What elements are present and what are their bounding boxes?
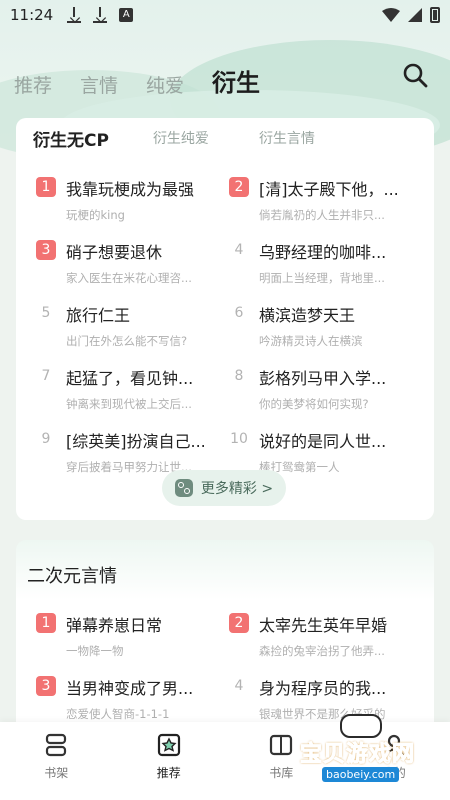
tab-romance[interactable]: 言情 — [80, 71, 118, 98]
book-title: [清]太子殿下他，... — [259, 180, 399, 199]
book-desc: 家入医生在米花心理咨... — [66, 271, 192, 285]
nav-label: 我的 — [381, 766, 406, 780]
book-item[interactable]: 1 我靠玩梗成为最强玩梗的king — [36, 168, 229, 231]
book-title: [综英美]扮演自己... — [66, 432, 206, 451]
notification-icons: A — [67, 7, 134, 23]
book-title: 说好的是同人世... — [259, 432, 387, 451]
category-tabs: 推荐 言情 纯爱 衍生 — [0, 58, 450, 98]
book-desc: 银魂世界不是那么好采的 — [259, 707, 386, 721]
nav-label: 书架 — [44, 766, 69, 780]
rank-number: 8 — [234, 368, 244, 384]
book-item[interactable]: 1 弹幕养崽日常一物降一物 — [36, 604, 229, 667]
system-icons — [382, 7, 440, 23]
book-title: 弹幕养崽日常 — [66, 616, 163, 635]
rank-number: 4 — [234, 242, 244, 258]
book-desc: 玩梗的king — [66, 208, 125, 222]
book-title: 身为程序员的我... — [259, 679, 387, 698]
discover-icon — [174, 479, 193, 497]
nav-bookshelf[interactable]: 书架 — [0, 722, 113, 800]
download-icon — [67, 7, 82, 23]
status-bar: 11:24 A — [0, 0, 450, 30]
anime-romance-card: 二次元言情 1 弹幕养崽日常一物降一物 2 太宰先生英年早婚森捡的兔宰治拐了他弄… — [16, 540, 434, 740]
book-list: 1 弹幕养崽日常一物降一物 2 太宰先生英年早婚森捡的兔宰治拐了他弄... 3 … — [16, 604, 434, 730]
nav-label: 推荐 — [156, 766, 181, 780]
book-item[interactable]: 6 横滨造梦天王吟游精灵诗人在横滨 — [229, 294, 422, 357]
book-desc: 钟离来到现代被上交后... — [66, 397, 192, 411]
book-item[interactable]: 3 硝子想要退休家入医生在米花心理咨... — [36, 231, 229, 294]
book-title: 起猛了，看见钟... — [66, 369, 194, 388]
section-title: 二次元言情 — [27, 566, 117, 587]
search-icon[interactable] — [402, 62, 428, 88]
nav-library[interactable]: 书库 — [225, 722, 338, 800]
book-item[interactable]: 8 彭格列马甲入学... 你的美梦将如何实现? — [229, 357, 422, 420]
rank-badge: 2 — [229, 177, 249, 197]
book-item[interactable]: 4 身为程序员的我... 银魂世界不是那么好采的 — [229, 667, 422, 730]
book-item[interactable]: 3 当男神变成了男... 恋爱使人智商-1-1-1 — [36, 667, 229, 730]
wifi-icon — [382, 8, 400, 22]
book-title: 横滨造梦天王 — [259, 306, 356, 325]
rank-badge: 3 — [36, 240, 56, 260]
book-desc: 恋爱使人智商-1-1-1 — [66, 707, 170, 721]
signal-icon — [408, 8, 422, 22]
book-item[interactable]: 2 太宰先生英年早婚森捡的兔宰治拐了他弄... — [229, 604, 422, 667]
rank-number: 5 — [41, 305, 51, 321]
tab-derivative[interactable]: 衍生 — [212, 63, 260, 98]
library-icon — [270, 734, 293, 756]
nav-label: 书库 — [269, 766, 294, 780]
a-icon: A — [119, 8, 134, 22]
book-item[interactable]: 7 起猛了，看见钟... 钟离来到现代被上交后... — [36, 357, 229, 420]
nav-profile[interactable]: 我的 — [338, 722, 450, 800]
book-desc: 明面上当经理，背地里... — [259, 271, 385, 285]
rank-badge: 1 — [36, 613, 56, 633]
subtab-romance[interactable]: 衍生言情 — [259, 128, 315, 148]
book-title: 旅行仁王 — [66, 306, 131, 325]
book-desc: 一物降一物 — [66, 644, 124, 658]
recommend-icon — [157, 733, 180, 757]
sub-tabs: 衍生无CP 衍生纯爱 衍生言情 — [16, 118, 434, 154]
book-list: 1 我靠玩梗成为最强玩梗的king 2 [清]太子殿下他，... 倘若胤礽的人生并… — [16, 168, 434, 483]
more-label: 更多精彩 > — [200, 481, 274, 497]
profile-icon — [383, 734, 404, 756]
rank-badge: 2 — [229, 613, 249, 633]
book-title: 彭格列马甲入学... — [259, 369, 387, 388]
book-title: 我靠玩梗成为最强 — [66, 180, 195, 199]
tab-bl[interactable]: 纯爱 — [146, 71, 184, 98]
rank-badge: 3 — [36, 676, 56, 696]
book-desc: 出门在外怎么能不写信? — [66, 334, 188, 348]
book-desc: 你的美梦将如何实现? — [259, 397, 369, 411]
rank-badge: 1 — [36, 177, 56, 197]
battery-icon — [430, 7, 440, 23]
tab-recommend[interactable]: 推荐 — [14, 71, 52, 98]
bookshelf-icon — [46, 733, 67, 757]
derivative-ranking-card: 衍生无CP 衍生纯爱 衍生言情 1 我靠玩梗成为最强玩梗的king 2 [清]太… — [16, 118, 434, 520]
download-icon — [93, 7, 108, 23]
rank-number: 4 — [234, 678, 244, 694]
subtab-no-cp[interactable]: 衍生无CP — [33, 126, 109, 151]
subtab-bl[interactable]: 衍生纯爱 — [153, 128, 209, 148]
bottom-navigation: 书架 推荐 书库 我的 — [0, 722, 450, 800]
rank-number: 9 — [41, 431, 51, 447]
status-time: 11:24 — [10, 6, 54, 24]
rank-number: 10 — [230, 431, 248, 447]
book-desc: 森捡的兔宰治拐了他弄... — [259, 644, 385, 658]
more-button[interactable]: 更多精彩 > — [162, 470, 286, 506]
book-title: 当男神变成了男... — [66, 679, 194, 698]
book-item[interactable]: 2 [清]太子殿下他，... 倘若胤礽的人生并非只... — [229, 168, 422, 231]
book-item[interactable]: 5 旅行仁王出门在外怎么能不写信? — [36, 294, 229, 357]
book-desc: 倘若胤礽的人生并非只... — [259, 208, 385, 222]
book-title: 太宰先生英年早婚 — [259, 616, 388, 635]
book-title: 乌野经理的咖啡... — [259, 243, 387, 262]
book-desc: 吟游精灵诗人在横滨 — [259, 334, 363, 348]
rank-number: 6 — [234, 305, 244, 321]
rank-number: 7 — [41, 368, 51, 384]
nav-recommend[interactable]: 推荐 — [113, 722, 226, 800]
book-title: 硝子想要退休 — [66, 243, 163, 262]
book-item[interactable]: 4 乌野经理的咖啡... 明面上当经理，背地里... — [229, 231, 422, 294]
